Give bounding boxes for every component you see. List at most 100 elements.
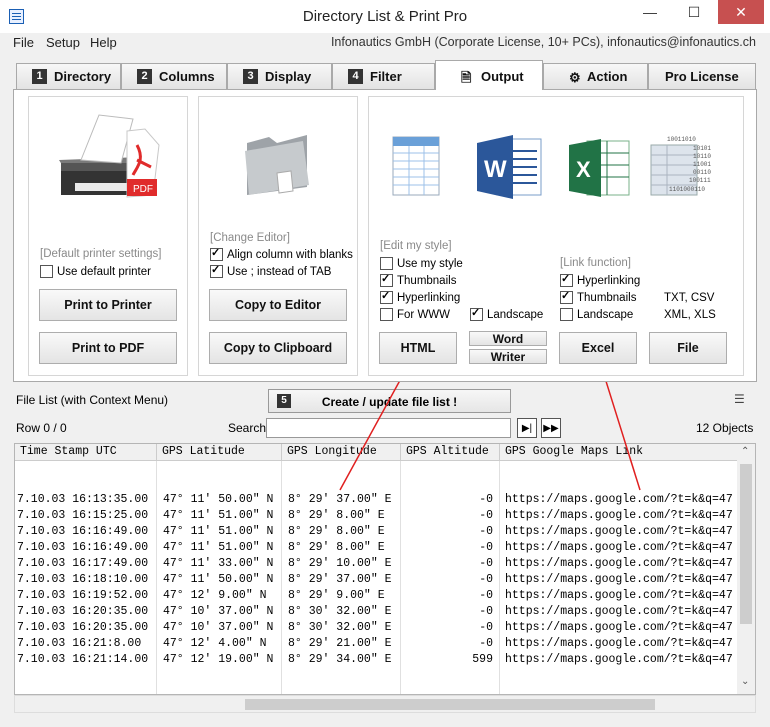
- print-to-pdf-button[interactable]: Print to PDF: [39, 332, 177, 364]
- menu-file[interactable]: File: [13, 35, 34, 50]
- checkbox-box[interactable]: [470, 306, 483, 321]
- default-printer-settings-link[interactable]: [Default printer settings]: [40, 248, 161, 260]
- print-to-printer-button[interactable]: Print to Printer: [39, 289, 177, 321]
- excel-export-button[interactable]: Excel: [559, 332, 637, 364]
- search-input[interactable]: [266, 418, 511, 438]
- table-cell: 47° 11' 33.00" N: [163, 557, 274, 570]
- table-row[interactable]: 7.10.03 16:20:35.00 47° 10' 37.00" N 8° 30…: [15, 604, 755, 620]
- tab-directory[interactable]: 1 Directory: [16, 63, 121, 89]
- word-export-button[interactable]: Word: [469, 331, 547, 346]
- table-row[interactable]: 7.10.03 16:13:35.00 47° 11' 50.00" N 8° 29…: [15, 492, 755, 508]
- tab-columns[interactable]: 2 Columns: [121, 63, 227, 89]
- change-editor-link[interactable]: [Change Editor]: [210, 232, 290, 244]
- column-header-timestamp[interactable]: Time Stamp UTC: [15, 444, 157, 461]
- menu-help[interactable]: Help: [90, 35, 117, 50]
- printer-icon: PDF: [59, 114, 160, 198]
- table-cell: 7.10.03 16:19:52.00: [17, 589, 149, 602]
- printer-group: PDF [Default printer settings] Use defau…: [28, 96, 188, 376]
- excel-landscape-checkbox[interactable]: Landscape: [560, 308, 633, 321]
- close-button[interactable]: ✕: [718, 0, 764, 24]
- checkbox-box[interactable]: [40, 265, 53, 278]
- checkbox-box[interactable]: [210, 263, 223, 278]
- tab-action[interactable]: ⚙ Action: [543, 63, 648, 89]
- tab-filter[interactable]: 4 Filter: [332, 63, 435, 89]
- checkbox-box[interactable]: [560, 272, 573, 287]
- file-export-button[interactable]: File: [649, 332, 727, 364]
- word-icon: W: [477, 135, 542, 199]
- vertical-scrollbar[interactable]: ⌃ ⌄: [737, 444, 755, 694]
- html-thumbnails-checkbox[interactable]: Thumbnails: [380, 272, 456, 287]
- menu-setup[interactable]: Setup: [46, 35, 80, 50]
- table-row[interactable]: 7.10.03 16:16:49.00 47° 11' 51.00" N 8° 29…: [15, 540, 755, 556]
- tab-pro-license[interactable]: Pro License: [648, 63, 756, 89]
- excel-thumbnails-checkbox[interactable]: Thumbnails: [560, 289, 636, 304]
- writer-export-button[interactable]: Writer: [469, 349, 547, 364]
- align-blanks-checkbox[interactable]: Align column with blanks: [210, 246, 353, 261]
- checkbox-box[interactable]: [210, 246, 223, 261]
- maximize-button[interactable]: ☐: [674, 0, 714, 24]
- find-all-icon[interactable]: ▶▶: [541, 418, 561, 438]
- table-cell: 47° 10' 37.00" N: [163, 605, 274, 618]
- table-cell: 7.10.03 16:16:49.00: [17, 541, 149, 554]
- scroll-down-icon[interactable]: ⌄: [741, 676, 749, 687]
- tab-label: Directory: [54, 69, 112, 84]
- table-row[interactable]: 7.10.03 16:19:52.00 47° 12' 9.00" N 8° 29'…: [15, 588, 755, 604]
- checkbox-label: Align column with blanks: [227, 248, 353, 261]
- excel-hyperlinking-checkbox[interactable]: Hyperlinking: [560, 272, 640, 287]
- tab-number: 1: [32, 69, 47, 84]
- table-row[interactable]: 7.10.03 16:18:10.00 47° 11' 50.00" N 8° 29…: [15, 572, 755, 588]
- scroll-thumb[interactable]: [740, 464, 752, 624]
- checkbox-box[interactable]: [380, 272, 393, 287]
- table-cell: 7.10.03 16:16:49.00: [17, 525, 149, 538]
- column-header-longitude[interactable]: GPS Longitude: [282, 444, 401, 461]
- column-header-altitude[interactable]: GPS Altitude: [401, 444, 500, 461]
- checkbox-box[interactable]: [380, 308, 393, 321]
- scroll-thumb[interactable]: [245, 699, 655, 710]
- checkbox-label: Use ; instead of TAB: [227, 265, 332, 278]
- checkbox-box[interactable]: [380, 257, 393, 270]
- horizontal-scrollbar[interactable]: [14, 695, 756, 713]
- binary-text: 10101: [693, 145, 711, 152]
- table-row[interactable]: 7.10.03 16:15:25.00 47° 11' 51.00" N 8° 29…: [15, 508, 755, 524]
- minimize-button[interactable]: —: [630, 0, 670, 24]
- link-function-link[interactable]: [Link function]: [560, 257, 631, 269]
- word-landscape-checkbox[interactable]: Landscape: [470, 306, 544, 321]
- use-default-printer-checkbox[interactable]: Use default printer: [40, 265, 151, 278]
- create-file-list-button[interactable]: 5 Create / update file list !: [268, 389, 511, 413]
- table-row[interactable]: 7.10.03 16:21:8.00 47° 12' 4.00" N 8° 29' …: [15, 636, 755, 652]
- xml-xls-label: XML, XLS: [664, 309, 716, 321]
- checkbox-label: Landscape: [487, 308, 544, 321]
- html-export-button[interactable]: HTML: [379, 332, 457, 364]
- table-cell: -0: [479, 557, 493, 570]
- copy-to-editor-button[interactable]: Copy to Editor: [209, 289, 347, 321]
- table-row[interactable]: 7.10.03 16:16:49.00 47° 11' 51.00" N 8° 29…: [15, 524, 755, 540]
- for-www-checkbox[interactable]: For WWW: [380, 308, 450, 321]
- file-list-grid[interactable]: Time Stamp UTC GPS Latitude GPS Longitud…: [14, 443, 756, 695]
- table-cell: 47° 12' 9.00" N: [163, 589, 267, 602]
- checkbox-box[interactable]: [380, 289, 393, 304]
- tab-label: Output: [481, 69, 524, 84]
- checkbox-box[interactable]: [560, 289, 573, 304]
- edit-my-style-link[interactable]: [Edit my style]: [380, 240, 452, 252]
- checkbox-label: Landscape: [577, 308, 634, 321]
- table-cell: 47° 12' 4.00" N: [163, 637, 267, 650]
- scroll-up-icon[interactable]: ⌃: [741, 446, 749, 457]
- table-row[interactable]: 7.10.03 16:20:35.00 47° 10' 37.00" N 8° 30…: [15, 620, 755, 636]
- table-cell: https://maps.google.com/?t=k&q=47: [505, 589, 733, 602]
- table-cell: 8° 29' 21.00" E: [288, 637, 392, 650]
- use-my-style-checkbox[interactable]: Use my style: [380, 257, 463, 270]
- binary-text: 100111: [689, 177, 711, 184]
- checkbox-label: For WWW: [397, 308, 451, 321]
- column-header-maps-link[interactable]: GPS Google Maps Link: [500, 444, 738, 461]
- tab-output[interactable]: 🗎 Output: [435, 60, 543, 90]
- copy-to-clipboard-button[interactable]: Copy to Clipboard: [209, 332, 347, 364]
- tab-display[interactable]: 3 Display: [227, 63, 332, 89]
- table-row[interactable]: 7.10.03 16:21:14.00 47° 12' 19.00" N 8° 29…: [15, 652, 755, 668]
- use-semicolon-checkbox[interactable]: Use ; instead of TAB: [210, 263, 332, 278]
- find-next-icon[interactable]: ▶|: [517, 418, 537, 438]
- table-row[interactable]: 7.10.03 16:17:49.00 47° 11' 33.00" N 8° 29…: [15, 556, 755, 572]
- column-header-latitude[interactable]: GPS Latitude: [157, 444, 282, 461]
- html-hyperlinking-checkbox[interactable]: Hyperlinking: [380, 289, 460, 304]
- columns-config-icon[interactable]: ☰: [734, 392, 745, 406]
- checkbox-box[interactable]: [560, 308, 573, 321]
